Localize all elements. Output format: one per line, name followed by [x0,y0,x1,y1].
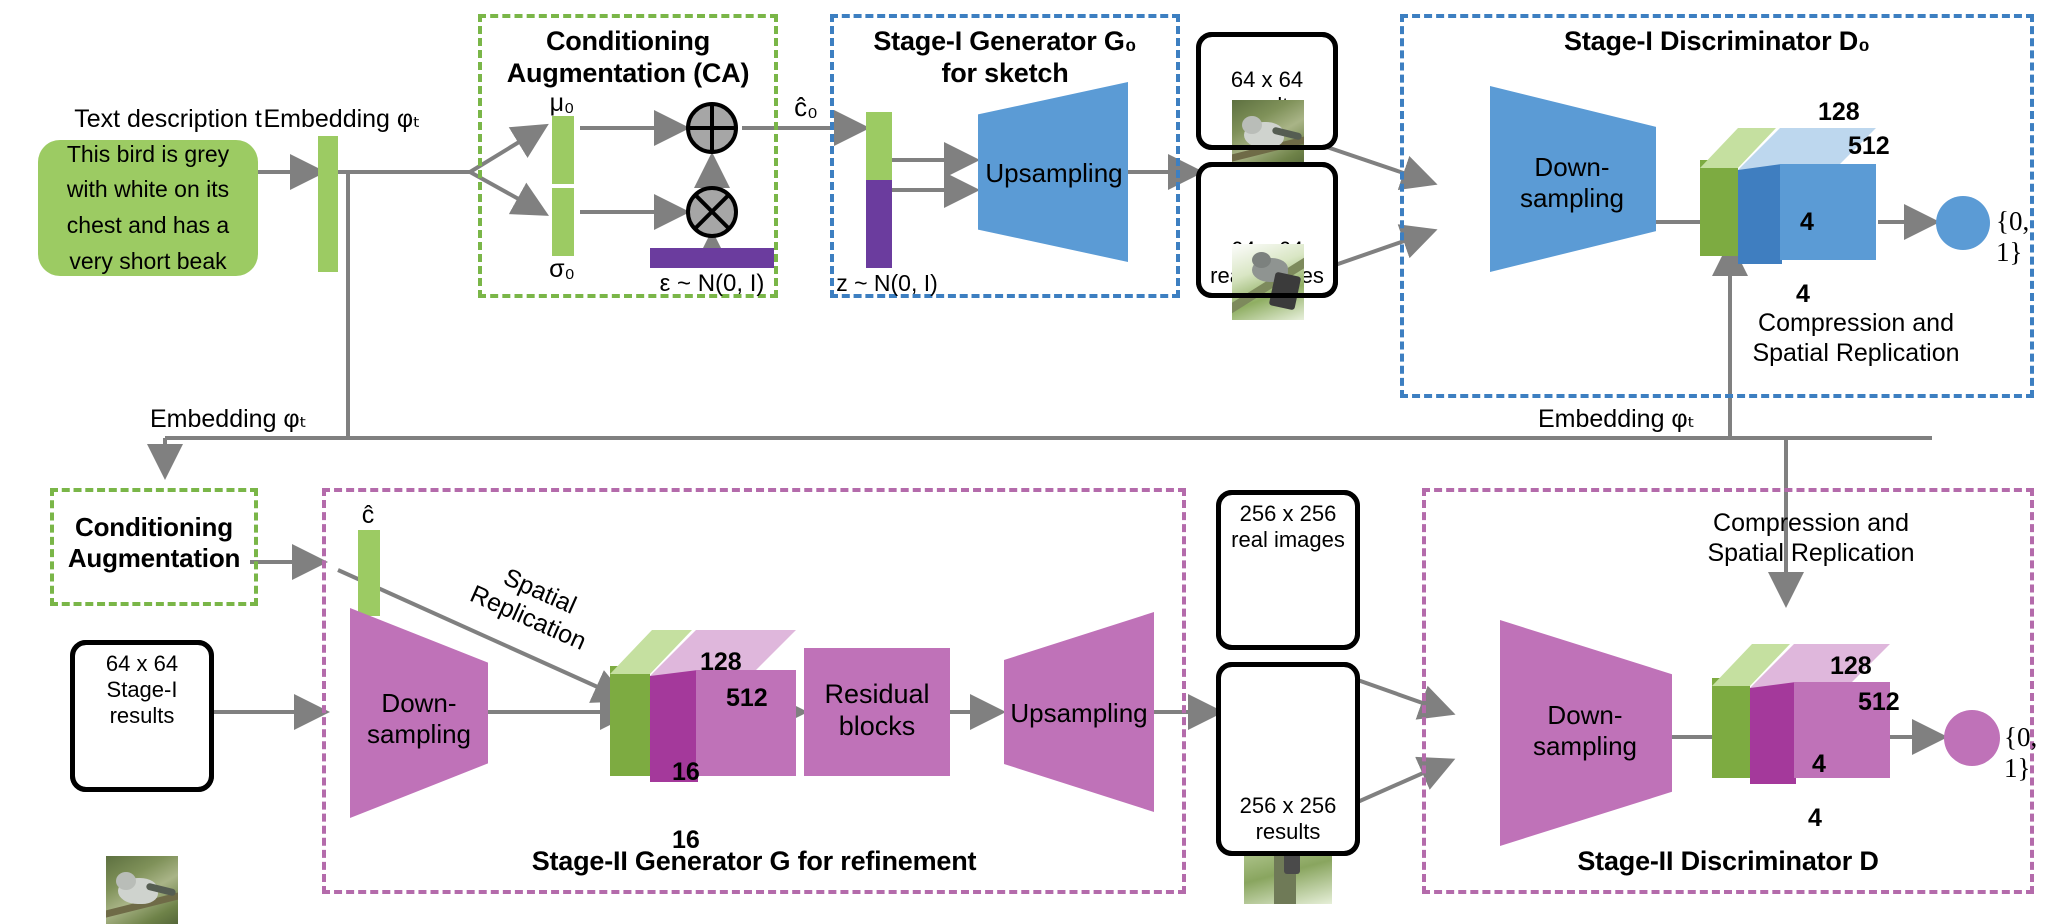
chat-label-stage2: ĉ [361,501,375,529]
stage2-compression-line1: Compression and [1713,509,1909,537]
stage2d-cube-depth-label: 128 [1830,652,1872,680]
stage2g-cube-green-front [610,666,650,776]
sigma-label: σ₀ [549,255,575,283]
stage1-downsampling-line2: sampling [1519,183,1625,214]
stage2-upsampling-label: Upsampling [1010,698,1148,728]
add-operator-icon [686,102,738,154]
ca-title-stage2: Conditioning Augmentation [50,512,258,573]
stage2-generator-title: Stage-II Generator G for refinement [531,846,977,876]
stage1-upsampling-label: Upsampling [985,158,1123,188]
stage2-discriminator-title: Stage-II Discriminator D [1577,846,1879,876]
mu-bar [552,116,574,184]
multiply-operator-icon [686,186,738,238]
stage2g-cube-width-label: 512 [726,684,768,712]
stage1-generator-title-line1: Stage-I Generator G₀ [873,26,1137,56]
stage1-cube-green-front [1700,160,1738,256]
stage2-d-downsampling-label: Down- sampling [1492,700,1678,762]
ca-title-stage1: Conditioning Augmentation (CA) [478,26,778,90]
stage2-d-downsampling-line1: Down- [1547,700,1623,730]
stage2g-cube-h-label: 16 [672,758,700,786]
stage1-cube-blue-left [1738,164,1782,264]
stage1-discriminator-title: Stage-I Discriminator D₀ [1564,26,1870,56]
stage2d-cube-w-label: 4 [1808,804,1822,832]
embedding-bar-stage1 [318,136,338,272]
stage2d-cube-magenta-left [1750,682,1796,784]
mu-label: μ₀ [549,89,575,117]
stage2g-cube-depth-label: 128 [700,648,742,676]
stage2d-cube-width-label: 512 [1858,688,1900,716]
stage2g-cube-w-label: 16 [672,826,700,854]
stage2-downsampling-label: Down- sampling [340,688,498,750]
embedding-label-stage1: Embedding φₜ [263,105,421,133]
stage2-input-box: 64 x 64 Stage-I results [70,640,214,792]
stage2-output-node [1944,710,2000,766]
stage2-input-caption-line2: Stage-I results [106,676,178,728]
ca2-title-line2: Augmentation [67,542,241,573]
embedding-label-mid-left: Embedding φₜ [150,405,308,433]
z-label: z ~ N(0, I) [836,270,938,296]
stage1-downsampling-label: Down- sampling [1482,152,1662,214]
stage2-d-downsampling-line2: sampling [1532,731,1638,762]
stage1-generator-title: Stage-I Generator G₀ for sketch [830,26,1180,90]
stage1-cube-h-label: 4 [1800,208,1814,236]
residual-line1: Residual [824,679,930,709]
stage1-output-node [1936,196,1990,250]
figure-canvas: Conditioning Augmentation (CA) Stage-I G… [0,0,2048,924]
chat0-input-bar [866,112,892,180]
stage1-cube-depth-label: 128 [1818,98,1860,126]
stage2-real-caption-line2: real images [1231,526,1345,552]
epsilon-label: ε ~ N(0, I) [659,270,765,297]
stage2-downsampling-line2: sampling [366,719,472,750]
stage1-cube-width-label: 512 [1848,132,1890,160]
stage2-compression-line2: Spatial Replication [1707,539,1915,567]
stage1-cube-w-label: 4 [1796,280,1810,308]
z-noise-bar [866,180,892,268]
stage1-output-label: {0, 1} [1996,206,2030,267]
ca-title-line2: Augmentation (CA) [506,57,750,88]
stage2-downsampling-line1: Down- [381,688,457,718]
epsilon-bar [650,248,774,268]
stage1-real-thumbnail [1232,244,1304,320]
stage1-results-caption-line1: 64 x 64 [1230,67,1304,93]
ca-title-line1: Conditioning [545,26,711,56]
stage1-compression-line2: Spatial Replication [1752,339,1960,367]
stage2-input-thumbnail [106,856,178,924]
embedding-label-mid-right: Embedding φₜ [1538,405,1696,433]
stage2-real-caption-line1: 256 x 256 [1239,501,1337,526]
ca2-title-line1: Conditioning [75,512,233,542]
stage1-compression-caption: Compression and Spatial Replication [1676,308,2036,368]
chat-bar-stage2 [358,530,380,616]
stage2-results-caption-line1: 256 x 256 [1239,793,1337,819]
stage1-compression-line1: Compression and [1758,309,1954,337]
stage2d-cube-green-front [1712,678,1750,778]
text-description-label: Text description t [74,105,262,133]
stage2-input-caption-line1: 64 x 64 [105,651,179,676]
stage2-output-label: {0, 1} [2004,722,2038,783]
stage1-downsampling-line1: Down- [1534,152,1610,182]
text-description-box: This bird is grey with white on its ches… [38,140,258,276]
chat0-label: ĉ₀ [794,92,818,122]
stage2-compression-caption: Compression and Spatial Replication [1636,508,1986,568]
residual-blocks-label: Residual blocks [804,678,950,743]
sigma-bar [552,188,574,256]
stage2d-cube-h-label: 4 [1812,750,1826,778]
stage2-results-caption-line2: results [1255,819,1321,845]
stage1-cube-blue-front [1780,164,1876,260]
stage2-real-box: 256 x 256 real images [1216,490,1360,650]
stage2-discriminator-cube [1712,644,1912,810]
stage2-results-box: 256 x 256 results [1216,662,1360,856]
residual-line2: blocks [838,711,916,742]
